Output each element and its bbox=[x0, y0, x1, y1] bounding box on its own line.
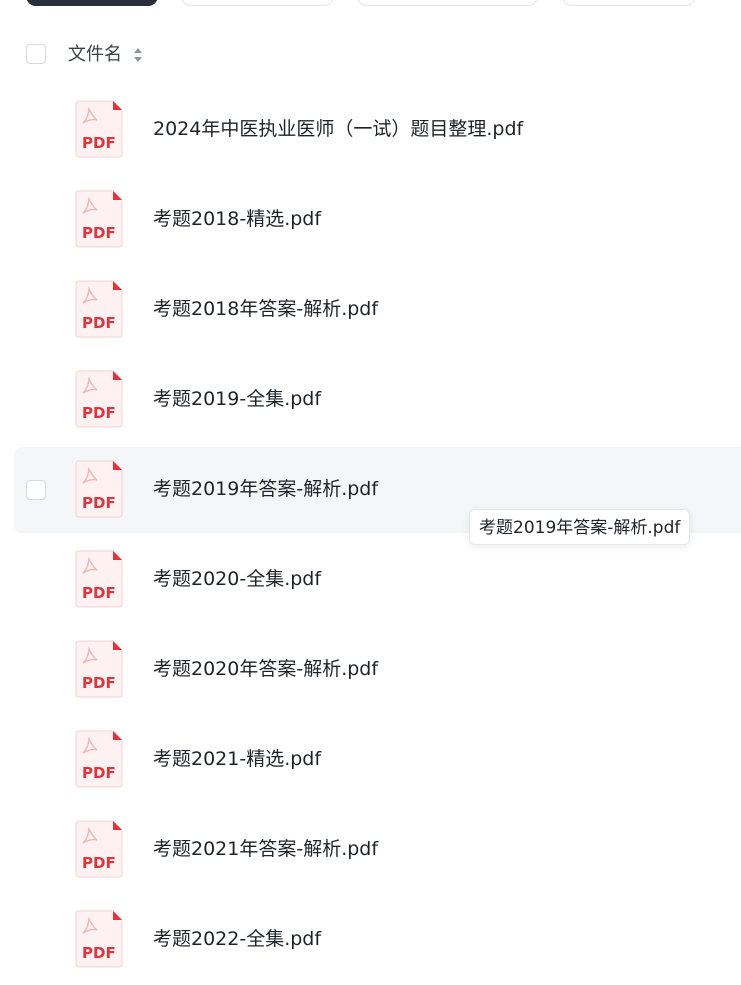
file-list-header: 文件名 bbox=[0, 36, 741, 76]
file-name[interactable]: 考题2018-精选.pdf bbox=[153, 207, 321, 231]
file-row[interactable]: PDF 考题2022-全集.pdf bbox=[0, 895, 741, 985]
filename-tooltip: 考题2019年答案-解析.pdf bbox=[469, 509, 691, 545]
file-name[interactable]: 2024年中医执业医师（一试）题目整理.pdf bbox=[153, 117, 523, 141]
pdf-file-icon: PDF bbox=[75, 910, 123, 968]
pdf-label: PDF bbox=[82, 854, 116, 872]
row-checkbox[interactable] bbox=[26, 480, 46, 500]
file-row[interactable]: PDF 考题2021年答案-解析.pdf bbox=[0, 805, 741, 895]
file-row[interactable]: PDF 考题2020-全集.pdf bbox=[0, 535, 741, 625]
file-name[interactable]: 考题2021-精选.pdf bbox=[153, 747, 321, 771]
file-name[interactable]: 考题2021年答案-解析.pdf bbox=[153, 837, 378, 861]
file-name[interactable]: 考题2019-全集.pdf bbox=[153, 387, 321, 411]
pdf-file-icon: PDF bbox=[75, 550, 123, 608]
pdf-file-icon: PDF bbox=[75, 820, 123, 878]
pdf-file-icon: PDF bbox=[75, 640, 123, 698]
file-row[interactable]: PDF 2024年中医执业医师（一试）题目整理.pdf bbox=[0, 85, 741, 175]
pdf-label: PDF bbox=[82, 944, 116, 962]
filename-column-header[interactable]: 文件名 bbox=[68, 44, 122, 66]
file-name[interactable]: 考题2018年答案-解析.pdf bbox=[153, 297, 378, 321]
pdf-label: PDF bbox=[82, 674, 116, 692]
toolbar-button-3[interactable] bbox=[357, 0, 538, 6]
file-row[interactable]: PDF 考题2019-全集.pdf bbox=[0, 355, 741, 445]
pdf-file-icon: PDF bbox=[75, 460, 123, 518]
file-row[interactable]: PDF 考题2020年答案-解析.pdf bbox=[0, 625, 741, 715]
pdf-label: PDF bbox=[82, 404, 116, 422]
pdf-label: PDF bbox=[82, 134, 116, 152]
file-name[interactable]: 考题2020年答案-解析.pdf bbox=[153, 657, 378, 681]
primary-toolbar-button[interactable] bbox=[26, 0, 158, 6]
pdf-file-icon: PDF bbox=[75, 370, 123, 428]
file-row[interactable]: PDF 考题2021-精选.pdf bbox=[0, 715, 741, 805]
pdf-label: PDF bbox=[82, 764, 116, 782]
toolbar-button-2[interactable] bbox=[181, 0, 334, 6]
file-row[interactable]: PDF 考题2018年答案-解析.pdf bbox=[0, 265, 741, 355]
sort-icon[interactable] bbox=[133, 46, 143, 64]
select-all-checkbox[interactable] bbox=[26, 44, 46, 64]
pdf-label: PDF bbox=[82, 584, 116, 602]
pdf-file-icon: PDF bbox=[75, 280, 123, 338]
pdf-label: PDF bbox=[82, 224, 116, 242]
pdf-file-icon: PDF bbox=[75, 730, 123, 788]
toolbar-button-4[interactable] bbox=[562, 0, 696, 6]
file-name[interactable]: 考题2022-全集.pdf bbox=[153, 927, 321, 951]
file-name[interactable]: 考题2019年答案-解析.pdf bbox=[153, 477, 378, 501]
pdf-label: PDF bbox=[82, 494, 116, 512]
file-name[interactable]: 考题2020-全集.pdf bbox=[153, 567, 321, 591]
file-row[interactable]: PDF 考题2018-精选.pdf bbox=[0, 175, 741, 265]
pdf-label: PDF bbox=[82, 314, 116, 332]
pdf-file-icon: PDF bbox=[75, 100, 123, 158]
pdf-file-icon: PDF bbox=[75, 190, 123, 248]
